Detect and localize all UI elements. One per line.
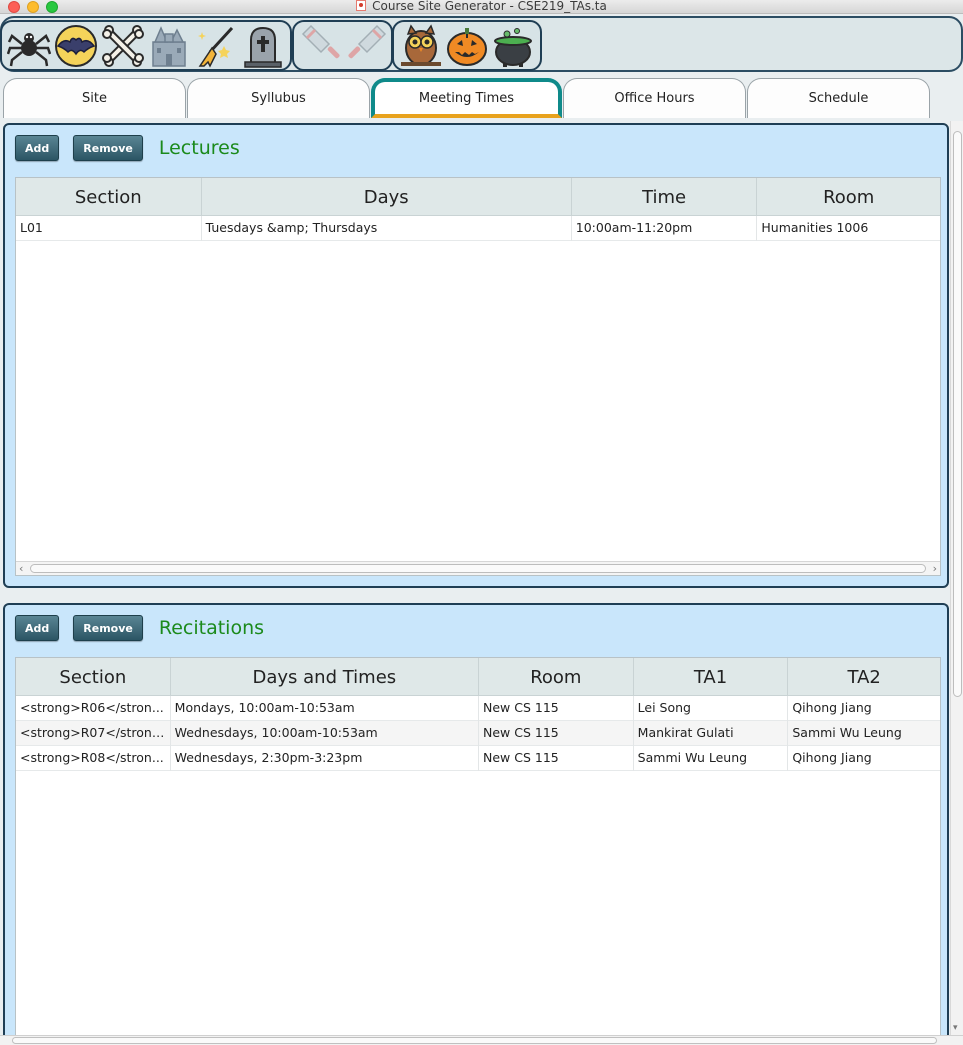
cell-ta1: Lei Song: [634, 696, 789, 721]
cell-room: New CS 115: [479, 746, 634, 771]
page-horizontal-scrollbar[interactable]: [0, 1035, 963, 1045]
scroll-down-icon[interactable]: ▾: [953, 1023, 958, 1033]
column-header-days-and-times[interactable]: Days and Times: [171, 658, 479, 696]
cell-ta2: Qihong Jiang: [792, 750, 872, 765]
column-header-days[interactable]: Days: [202, 178, 572, 216]
cell-room: New CS 115: [479, 721, 634, 746]
recitations-add-button[interactable]: Add: [15, 615, 60, 641]
crossbones-icon[interactable]: [100, 23, 145, 69]
spider-icon[interactable]: [7, 23, 52, 69]
cell-section: <strong>R07</strong...: [16, 721, 171, 746]
tab-syllubus[interactable]: Syllubus: [187, 78, 370, 118]
window-titlebar: Course Site Generator - CSE219_TAs.ta: [0, 0, 963, 14]
haunted-house-icon[interactable]: [147, 23, 192, 69]
column-header-time[interactable]: Time: [572, 178, 758, 216]
column-header-room[interactable]: Room: [479, 658, 634, 696]
cauldron-icon[interactable]: [491, 23, 535, 69]
cell-ta1: Sammi Wu Leung: [634, 746, 789, 771]
tab-site[interactable]: Site: [3, 78, 186, 118]
cell-ta2: Sammi Wu Leung: [792, 725, 902, 740]
recitations-table-header: Section Days and Times Room TA1 TA2: [16, 658, 940, 696]
scrollbar-thumb[interactable]: [30, 564, 926, 573]
window-title: Course Site Generator - CSE219_TAs.ta: [372, 0, 607, 13]
cell-section: L01: [16, 216, 202, 241]
owl-icon[interactable]: [399, 23, 443, 69]
page-vertical-scrollbar[interactable]: ▾: [950, 121, 963, 1035]
table-row[interactable]: L01 Tuesdays &amp; Thursdays 10:00am-11:…: [16, 216, 940, 241]
cell-ta2: Qihong Jiang: [792, 700, 872, 715]
cell-days-and-times: Wednesdays, 2:30pm-3:23pm: [171, 746, 479, 771]
lectures-table-header: Section Days Time Room: [16, 178, 940, 216]
cell-ta1: Mankirat Gulati: [634, 721, 789, 746]
table-row[interactable]: <strong>R08</stron... Wednesdays, 2:30pm…: [16, 746, 940, 771]
cleaver-icon[interactable]: [299, 23, 343, 69]
tab-bar: Site Syllubus Meeting Times Office Hours…: [0, 76, 963, 119]
tab-meeting-times[interactable]: Meeting Times: [371, 78, 562, 118]
toolbar-group-edit: [292, 20, 393, 71]
jack-o-lantern-icon[interactable]: [445, 23, 489, 69]
tab-office-hours[interactable]: Office Hours: [563, 78, 746, 118]
cell-days-and-times: Mondays, 10:00am-10:53am: [171, 696, 479, 721]
lectures-add-button[interactable]: Add: [15, 135, 60, 161]
column-header-room[interactable]: Room: [757, 178, 940, 216]
column-header-ta2[interactable]: TA2: [788, 658, 940, 696]
recitations-pane: Add Remove Recitations Section Days and …: [3, 603, 949, 1045]
lectures-table[interactable]: Section Days Time Room L01 Tuesdays &amp…: [15, 177, 941, 576]
recitations-title: Recitations: [158, 617, 265, 639]
cell-days: Tuesdays &amp; Thursdays: [202, 216, 572, 241]
recitations-table[interactable]: Section Days and Times Room TA1 TA2 <str…: [15, 657, 941, 1045]
column-header-section[interactable]: Section: [16, 178, 202, 216]
cell-time: 10:00am-11:20pm: [572, 216, 758, 241]
cell-room: Humanities 1006: [761, 220, 869, 235]
toolbar-group-extras: [392, 20, 542, 71]
scroll-left-icon[interactable]: ‹: [19, 562, 23, 575]
table-row[interactable]: <strong>R07</strong... Wednesdays, 10:00…: [16, 721, 940, 746]
table-row[interactable]: <strong>R06</stron... Mondays, 10:00am-1…: [16, 696, 940, 721]
tab-schedule[interactable]: Schedule: [747, 78, 930, 118]
lectures-pane: Add Remove Lectures Section Days Time Ro…: [3, 123, 949, 588]
bat-icon[interactable]: [54, 23, 99, 69]
cell-section: <strong>R08</stron...: [16, 746, 171, 771]
witch-broom-icon[interactable]: [194, 23, 239, 69]
cell-section: <strong>R06</stron...: [16, 696, 171, 721]
scrollbar-thumb[interactable]: [12, 1037, 937, 1044]
cell-days-and-times: Wednesdays, 10:00am-10:53am: [171, 721, 479, 746]
column-header-ta1[interactable]: TA1: [634, 658, 789, 696]
lectures-horizontal-scrollbar[interactable]: ‹ ›: [16, 561, 940, 575]
tombstone-icon[interactable]: [240, 23, 285, 69]
recitations-remove-button[interactable]: Remove: [73, 615, 143, 641]
app-icon: [356, 0, 367, 11]
scroll-right-icon[interactable]: ›: [933, 562, 937, 575]
lectures-remove-button[interactable]: Remove: [73, 135, 143, 161]
toolbar-group-file: [0, 20, 292, 71]
cell-room: New CS 115: [479, 696, 634, 721]
toolbar: [0, 16, 963, 72]
cleaver-icon[interactable]: [345, 23, 389, 69]
column-header-section[interactable]: Section: [16, 658, 171, 696]
lectures-title: Lectures: [158, 137, 240, 159]
scrollbar-thumb[interactable]: [953, 131, 962, 697]
